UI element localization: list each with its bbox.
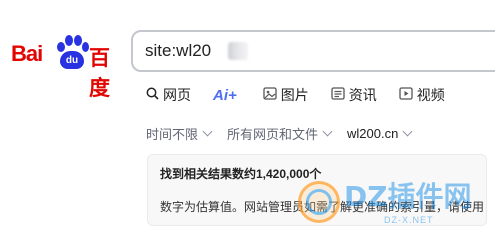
tab-video[interactable]: 视频 — [399, 84, 445, 106]
tab-news-label: 资讯 — [348, 87, 377, 103]
chevron-down-icon — [402, 126, 413, 136]
video-icon — [399, 87, 413, 103]
chevron-down-icon — [322, 126, 333, 136]
image-icon — [263, 87, 277, 103]
tab-news[interactable]: 资讯 — [331, 84, 377, 106]
redacted-blur — [228, 42, 248, 60]
filter-filetype-label: 所有网页和文件 — [227, 126, 319, 142]
paw-icon: du — [55, 35, 89, 71]
tab-web[interactable]: 网页 — [146, 84, 191, 106]
tab-video-label: 视频 — [416, 87, 445, 103]
baidu-logo[interactable]: Bai du 百度 — [11, 33, 121, 100]
filter-time-label: 时间不限 — [146, 126, 199, 142]
paw-label: du — [60, 51, 84, 69]
search-icon — [146, 87, 159, 103]
logo-text-chinese: 百度 — [89, 46, 110, 100]
search-input[interactable] — [145, 40, 475, 62]
result-note-text: 数字为估算值。网站管理员如需了解更准确的索引量，请使用 — [160, 200, 485, 214]
filter-filetype[interactable]: 所有网页和文件 — [227, 124, 333, 142]
news-icon — [331, 87, 345, 103]
result-count-card: 找到相关结果数约1,420,000个 数字为估算值。网站管理员如需了解更准确的索… — [147, 154, 487, 226]
filter-site[interactable]: wl200.cn — [347, 124, 413, 142]
tab-web-label: 网页 — [163, 87, 191, 103]
search-filters: 时间不限 所有网页和文件 wl200.cn — [146, 124, 427, 142]
search-tabs: 网页 Ai+ 图片 资讯 视频 — [146, 84, 467, 106]
ai-sparkle-icon: Ai+ — [213, 86, 237, 104]
filter-site-label: wl200.cn — [347, 125, 399, 141]
tab-images[interactable]: 图片 — [263, 84, 309, 106]
search-box[interactable] — [131, 30, 495, 72]
filter-time[interactable]: 时间不限 — [146, 124, 213, 142]
logo-text-latin: Bai — [11, 41, 43, 66]
chevron-down-icon — [202, 126, 213, 136]
tab-ai[interactable]: Ai+ — [213, 84, 237, 106]
result-count-text: 找到相关结果数约1,420,000个 — [160, 167, 322, 181]
tab-images-label: 图片 — [280, 87, 309, 103]
